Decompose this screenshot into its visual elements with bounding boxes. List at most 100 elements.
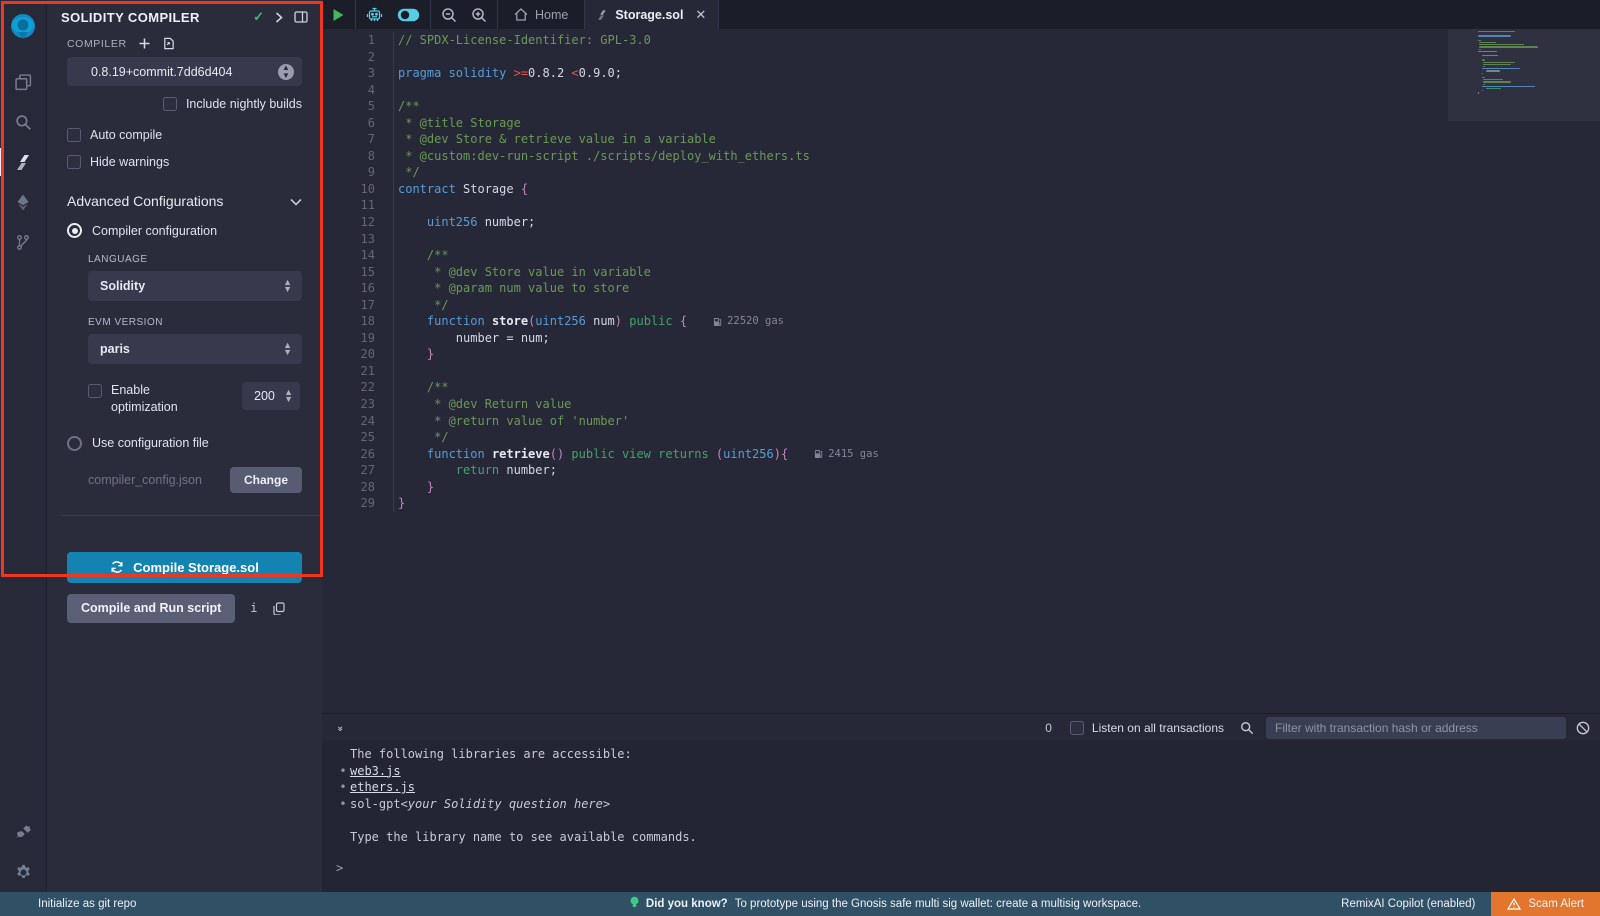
terminal-prompt[interactable]: > (336, 861, 1600, 875)
add-compiler-icon[interactable] (139, 38, 150, 49)
warning-icon (1507, 898, 1521, 910)
code-line: 10contract Storage { (322, 181, 1600, 198)
did-you-know-label: Did you know? (646, 898, 728, 910)
remix-ide-window: SOLIDITY COMPILER ✓ COMPILER 0.8.19+comm… (0, 0, 1600, 916)
include-nightly-row[interactable]: Include nightly builds (67, 97, 302, 111)
code-line: 9 */ (322, 164, 1600, 181)
tab-storage-sol[interactable]: Storage.sol ✕ (584, 0, 719, 29)
enable-optimization-row[interactable]: Enable optimization (88, 382, 242, 416)
use-config-file-radio[interactable] (67, 436, 82, 451)
advanced-configurations-toggle[interactable]: Advanced Configurations (67, 193, 302, 209)
info-icon[interactable]: i (250, 601, 257, 615)
terminal-search-icon[interactable] (1240, 721, 1254, 735)
select-updown-icon: ▲▼ (283, 279, 292, 293)
ai-copilot-toggle[interactable] (397, 8, 420, 22)
settings-icon[interactable] (0, 852, 47, 892)
enable-optimization-checkbox[interactable] (88, 384, 102, 398)
terminal-line (336, 812, 1600, 829)
code-line: 16 * @param num value to store (322, 280, 1600, 297)
terminal-line: Type the library name to see available c… (336, 829, 1600, 846)
language-select[interactable]: Solidity ▲▼ (88, 271, 302, 301)
ai-copilot-robot-icon[interactable] (366, 7, 383, 23)
code-line: 29} (322, 495, 1600, 512)
copilot-status[interactable]: RemixAI Copilot (enabled) (1341, 898, 1491, 910)
code-line: 1// SPDX-License-Identifier: GPL-3.0 (322, 32, 1600, 49)
compiler-version-select[interactable]: 0.8.19+commit.7dd6d404 ▲▼ (67, 57, 302, 86)
listen-all-transactions-row[interactable]: Listen on all transactions (1070, 721, 1224, 735)
code-line: 21 (322, 363, 1600, 380)
change-config-button[interactable]: Change (230, 467, 302, 493)
library-link[interactable]: web3.js (350, 763, 401, 780)
status-bar: Initialize as git repo Did you know? To … (0, 892, 1600, 916)
code-line: 8 * @custom:dev-run-script ./scripts/dep… (322, 148, 1600, 165)
file-explorer-icon[interactable] (0, 62, 47, 102)
code-line: 3pragma solidity >=0.8.2 <0.9.0; (322, 65, 1600, 82)
git-init-status[interactable]: Initialize as git repo (0, 898, 430, 910)
search-icon[interactable] (0, 102, 47, 142)
transaction-filter-input[interactable] (1266, 717, 1566, 739)
deploy-run-icon[interactable] (0, 182, 47, 222)
gas-estimate-badge: 22520 gas (713, 313, 784, 330)
close-tab-icon[interactable]: ✕ (695, 7, 706, 23)
pin-panel-icon[interactable] (294, 11, 308, 23)
home-icon (514, 8, 528, 21)
activity-bar (0, 0, 47, 892)
terminal-line: The following libraries are accessible: (336, 746, 1600, 763)
zoom-in-icon[interactable] (471, 7, 487, 23)
code-line: 24 * @return value of 'number' (322, 413, 1600, 430)
solidity-compiler-icon[interactable] (0, 142, 47, 182)
scam-alert-button[interactable]: Scam Alert (1491, 892, 1600, 916)
code-line: 23 * @dev Return value (322, 396, 1600, 413)
terminal-line: •web3.js (336, 763, 1600, 780)
code-line: 22 /** (322, 379, 1600, 396)
code-line: 17 */ (322, 297, 1600, 314)
terminal-toolbar: ⌄⌄ 0 Listen on all transactions (322, 713, 1600, 741)
code-line: 7 * @dev Store & retrieve value in a var… (322, 131, 1600, 148)
code-line: 2 (322, 49, 1600, 66)
plugin-manager-icon[interactable] (0, 812, 47, 852)
include-nightly-checkbox[interactable] (163, 97, 177, 111)
remix-logo-icon[interactable] (0, 6, 47, 48)
compiler-version-value: 0.8.19+commit.7dd6d404 (91, 65, 278, 79)
clear-console-icon[interactable] (1576, 721, 1590, 735)
hide-warnings-checkbox[interactable] (67, 155, 81, 169)
chevron-down-icon (290, 194, 302, 209)
copy-icon[interactable] (273, 602, 285, 615)
version-updown-icon: ▲▼ (278, 64, 294, 80)
open-file-icon[interactable] (162, 37, 175, 50)
git-icon[interactable] (0, 222, 47, 262)
code-line: 14 /** (322, 247, 1600, 264)
expand-terminal-icon[interactable]: ⌄⌄ (336, 724, 344, 731)
code-line: 20 } (322, 346, 1600, 363)
code-line: 13 (322, 231, 1600, 248)
optimization-runs-input[interactable]: 200 ▲▼ (242, 382, 300, 410)
run-script-play-icon[interactable] (332, 8, 345, 22)
compiler-configuration-radio[interactable] (67, 223, 82, 238)
code-editor[interactable]: 1// SPDX-License-Identifier: GPL-3.023pr… (322, 29, 1600, 713)
library-link[interactable]: ethers.js (350, 779, 415, 796)
refresh-icon (110, 560, 124, 574)
config-file-name: compiler_config.json (67, 473, 230, 487)
code-line: 12 uint256 number; (322, 214, 1600, 231)
terminal-output[interactable]: The following libraries are accessible:•… (322, 741, 1600, 892)
terminal-line: •sol-gpt <your Solidity question here> (336, 796, 1600, 813)
forward-chevron-icon[interactable] (275, 12, 283, 23)
auto-compile-row[interactable]: Auto compile (67, 128, 302, 142)
hide-warnings-row[interactable]: Hide warnings (67, 155, 302, 169)
code-line: 5/** (322, 98, 1600, 115)
language-label: LANGUAGE (88, 254, 302, 265)
tab-home[interactable]: Home (498, 0, 584, 29)
transaction-count: 0 (1045, 721, 1052, 735)
evm-version-select[interactable]: paris ▲▼ (88, 334, 302, 364)
use-config-file-radio-row[interactable]: Use configuration file (67, 436, 302, 451)
zoom-out-icon[interactable] (441, 7, 457, 23)
listen-all-checkbox[interactable] (1070, 721, 1084, 735)
terminal-line: •ethers.js (336, 779, 1600, 796)
compile-and-run-button[interactable]: Compile and Run script (67, 594, 235, 623)
solidity-compiler-panel: SOLIDITY COMPILER ✓ COMPILER 0.8.19+comm… (47, 0, 322, 892)
compile-button[interactable]: Compile Storage.sol (67, 552, 302, 583)
code-line: 4 (322, 82, 1600, 99)
compiler-configuration-radio-row[interactable]: Compiler configuration (67, 223, 302, 238)
auto-compile-checkbox[interactable] (67, 128, 81, 142)
minimap[interactable] (1448, 29, 1600, 713)
